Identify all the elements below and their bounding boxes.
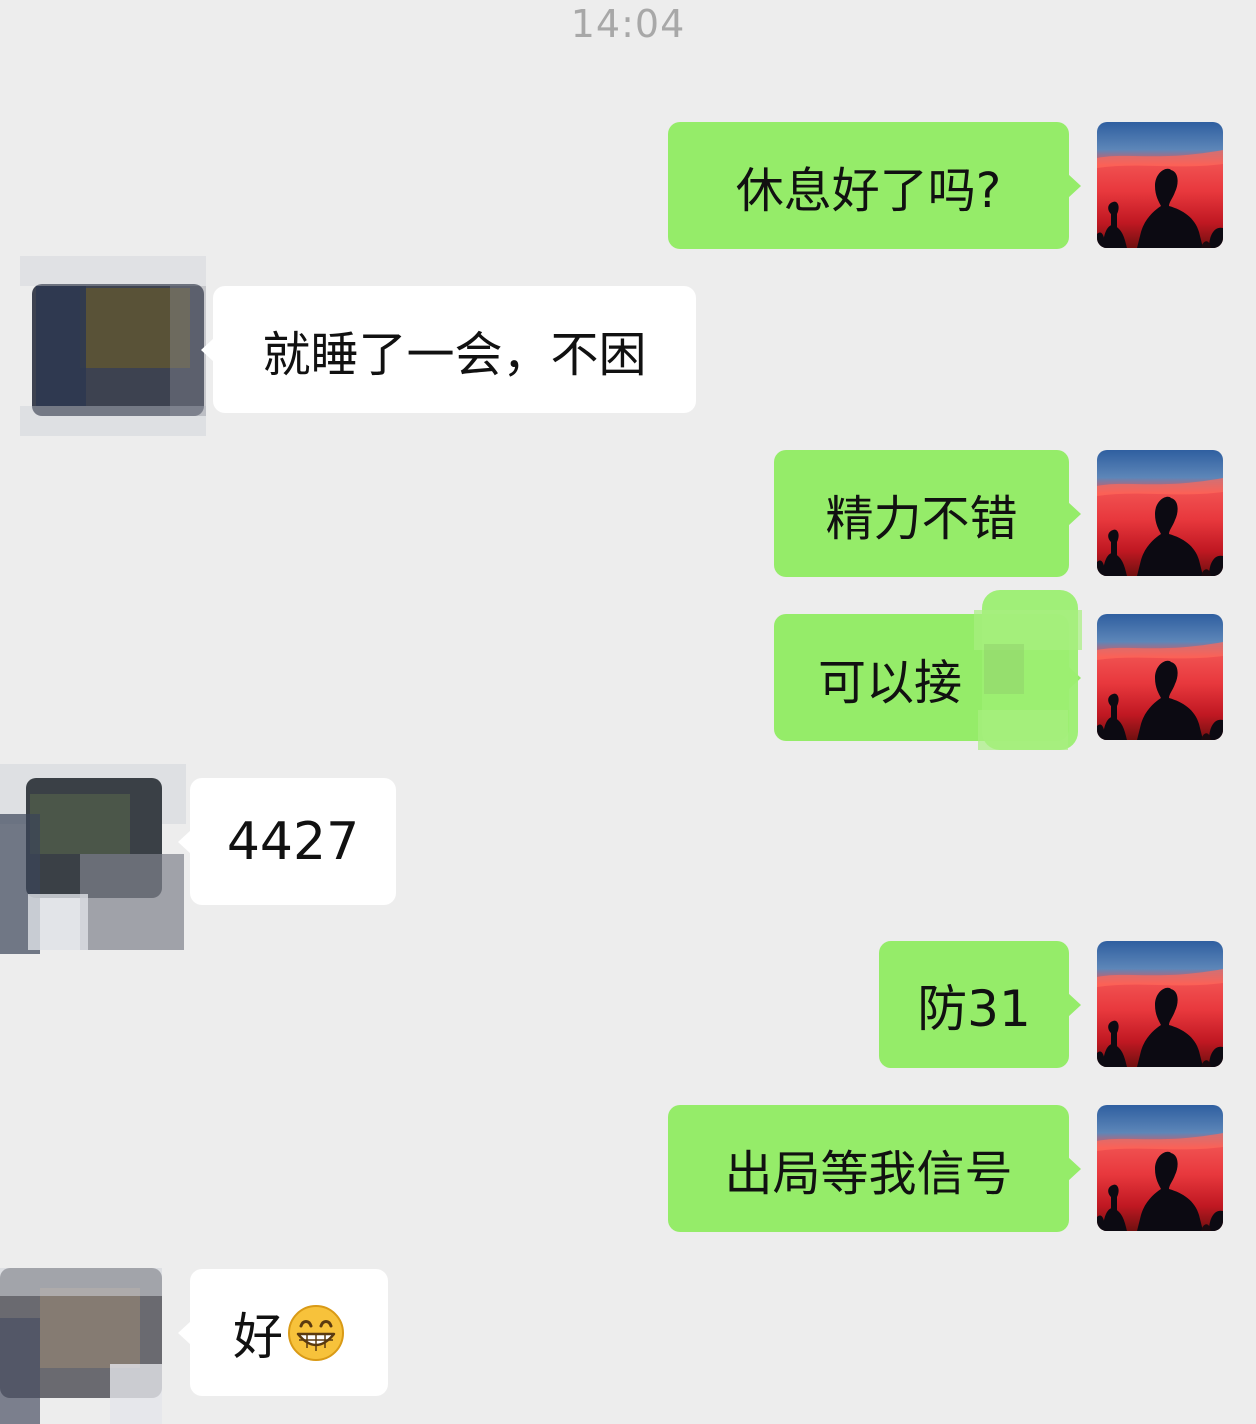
- silhouette-sunset-avatar-icon: [1097, 614, 1223, 740]
- message-text: 4427: [226, 811, 360, 872]
- self-avatar[interactable]: [1097, 450, 1223, 576]
- message-text: 可以接: [818, 654, 963, 711]
- silhouette-sunset-avatar-icon: [1097, 941, 1223, 1067]
- silhouette-sunset-avatar-icon: [1097, 450, 1223, 576]
- contact-avatar[interactable]: [0, 744, 186, 954]
- contact-avatar[interactable]: [0, 1268, 162, 1424]
- self-avatar[interactable]: [1097, 122, 1223, 248]
- message-text: 就睡了一会，不困: [262, 326, 647, 383]
- silhouette-sunset-avatar-icon: [1097, 1105, 1223, 1231]
- contact-avatar[interactable]: [20, 246, 206, 442]
- outgoing-message-bubble[interactable]: 出局等我信号: [668, 1105, 1081, 1232]
- message-text: 好: [233, 1307, 283, 1366]
- outgoing-message-bubble[interactable]: 休息好了吗?: [668, 122, 1081, 249]
- message-text: 休息好了吗?: [735, 162, 1002, 219]
- grinning-face-icon: [287, 1304, 345, 1362]
- incoming-message-bubble[interactable]: 好: [178, 1269, 388, 1396]
- message-text: 出局等我信号: [724, 1145, 1013, 1202]
- blurred-avatar-icon: [0, 1268, 162, 1424]
- self-avatar[interactable]: [1097, 614, 1223, 740]
- blurred-avatar-icon: [20, 256, 206, 436]
- outgoing-message-bubble[interactable]: 防31: [879, 941, 1081, 1068]
- incoming-message-bubble[interactable]: 就睡了一会，不困: [201, 286, 696, 413]
- outgoing-message-bubble[interactable]: 精力不错: [774, 450, 1081, 577]
- chat-timestamp: 14:04: [570, 2, 686, 46]
- silhouette-sunset-avatar-icon: [1097, 122, 1223, 248]
- incoming-message-bubble[interactable]: 4427: [178, 778, 396, 905]
- message-text: 防31: [917, 979, 1031, 1038]
- message-text: 精力不错: [825, 490, 1018, 547]
- blurred-avatar-icon: [0, 764, 186, 954]
- self-avatar[interactable]: [1097, 941, 1223, 1067]
- self-avatar[interactable]: [1097, 1105, 1223, 1231]
- redaction-smudge: [968, 580, 1084, 762]
